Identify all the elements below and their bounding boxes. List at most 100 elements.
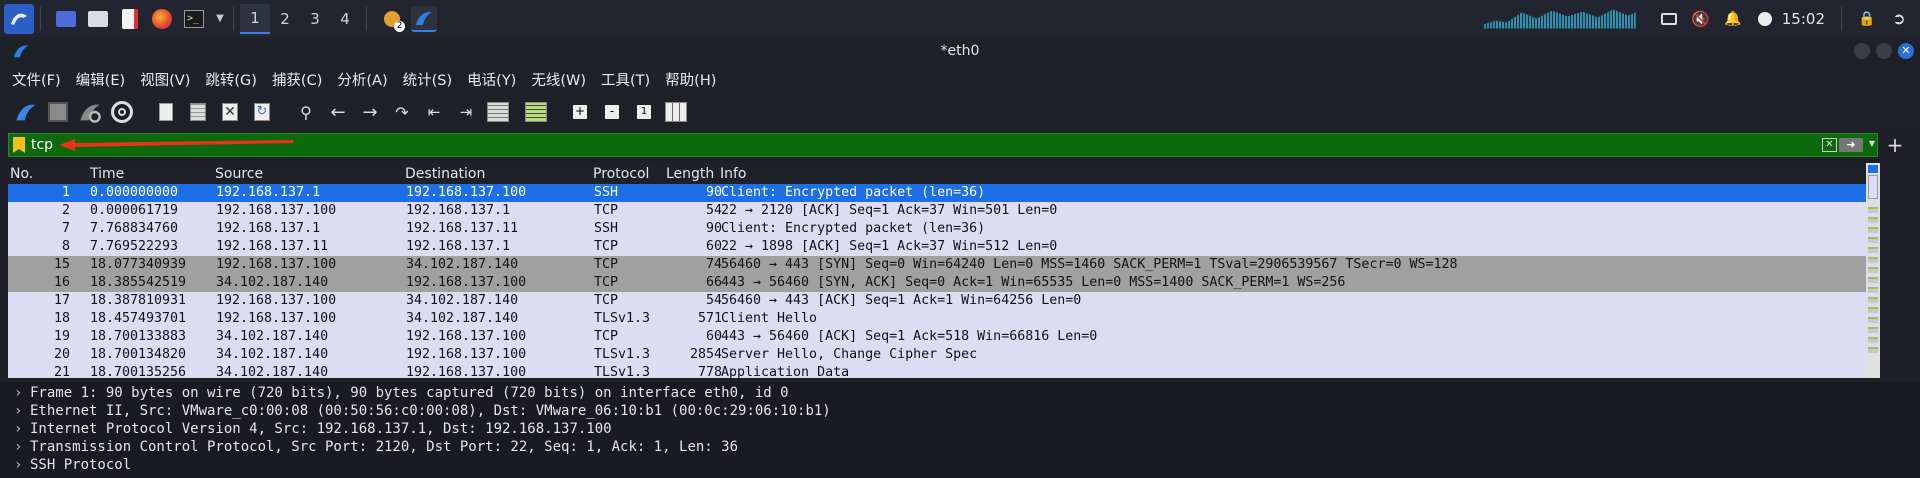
col-source[interactable]: Source: [215, 166, 263, 182]
clear-filter-icon[interactable]: ✕: [1822, 138, 1837, 152]
menu-file[interactable]: 文件(F): [12, 69, 61, 90]
menu-capture[interactable]: 捕获(C): [272, 69, 322, 90]
cell-no: 1: [61, 185, 70, 200]
table-row[interactable]: 8 7.769522293 192.168.137.11 192.168.137.1 T…: [8, 238, 1872, 256]
table-row[interactable]: 18 18.457493701 192.168.137.100 34.102.187.…: [8, 310, 1872, 328]
power-status-icon[interactable]: [1752, 6, 1778, 32]
menu-analyze[interactable]: 分析(A): [337, 69, 387, 90]
workspace-2[interactable]: 2: [270, 4, 300, 34]
detail-ethernet[interactable]: › Ethernet II, Src: VMware_c0:00:08 (00:5…: [0, 402, 1920, 420]
file-manager-icon[interactable]: [85, 6, 111, 32]
table-row[interactable]: 19 18.700133883 34.102.187.140 192.168.137.…: [8, 328, 1872, 346]
cell-time: 0.000000000: [90, 185, 179, 200]
expand-arrow-icon[interactable]: ›: [14, 456, 30, 474]
text-editor-icon[interactable]: [117, 6, 143, 32]
cell-src: 192.168.137.11: [216, 239, 329, 254]
table-row[interactable]: 15 18.077340939 192.168.137.100 34.102.187.…: [8, 256, 1872, 274]
apply-filter-icon[interactable]: ➜: [1839, 138, 1863, 152]
table-row[interactable]: 16 18.385542519 34.102.187.140 192.168.137.…: [8, 274, 1872, 292]
first-packet-icon[interactable]: ⇤: [420, 98, 448, 126]
tasks-icon[interactable]: 2: [379, 6, 405, 32]
menu-edit[interactable]: 编辑(E): [76, 69, 125, 90]
detail-ipv4[interactable]: › Internet Protocol Version 4, Src: 192.1…: [0, 420, 1920, 438]
auto-scroll-icon[interactable]: [484, 98, 512, 126]
maximize-button[interactable]: [1876, 43, 1892, 59]
cell-info: 22 → 1898 [ACK] Seq=1 Ack=37 Win=512 Len…: [721, 239, 1058, 254]
save-file-icon[interactable]: [184, 98, 212, 126]
close-file-icon[interactable]: ✕: [216, 98, 244, 126]
notification-bell-icon[interactable]: 🔔: [1720, 6, 1746, 32]
go-to-packet-icon[interactable]: ↷: [388, 98, 416, 126]
colorize-icon[interactable]: [522, 98, 550, 126]
expand-arrow-icon[interactable]: ›: [14, 420, 30, 438]
find-packet-icon[interactable]: ⚲: [292, 98, 320, 126]
menu-telephony[interactable]: 电话(Y): [467, 69, 516, 90]
chevron-down-icon[interactable]: ▼: [213, 6, 227, 32]
last-packet-icon[interactable]: ⇥: [452, 98, 480, 126]
table-row[interactable]: 21 18.700135256 34.102.187.140 192.168.137.…: [8, 364, 1872, 378]
packet-list[interactable]: No. Time Source Destination Protocol Len…: [8, 163, 1880, 378]
desktop-icon[interactable]: [53, 6, 79, 32]
workspace-4[interactable]: 4: [330, 4, 360, 34]
table-row[interactable]: 2 0.000061719 192.168.137.100 192.168.137.1…: [8, 202, 1872, 220]
restart-capture-icon[interactable]: [76, 98, 104, 126]
menu-wireless[interactable]: 无线(W): [531, 69, 586, 90]
capture-options-icon[interactable]: [108, 98, 136, 126]
zoom-out-icon[interactable]: -: [598, 98, 626, 126]
logout-icon[interactable]: ➲: [1886, 6, 1912, 32]
cell-time: 18.077340939: [90, 257, 187, 272]
normal-size-icon[interactable]: 1: [630, 98, 658, 126]
resize-columns-icon[interactable]: [662, 98, 690, 126]
packet-minimap[interactable]: [1866, 163, 1880, 378]
clock[interactable]: 15:02: [1782, 10, 1825, 28]
detail-frame[interactable]: › Frame 1: 90 bytes on wire (720 bits), 9…: [0, 384, 1920, 402]
bookmark-icon[interactable]: [13, 137, 25, 153]
cell-src: 192.168.137.1: [216, 221, 321, 236]
firefox-icon[interactable]: [149, 6, 175, 32]
display-icon[interactable]: [1656, 6, 1682, 32]
wireshark-task-icon[interactable]: [411, 5, 437, 32]
volume-muted-icon[interactable]: 🔇: [1688, 6, 1714, 32]
menu-view[interactable]: 视图(V): [140, 69, 190, 90]
go-forward-icon[interactable]: →: [356, 98, 384, 126]
minimize-button[interactable]: [1854, 43, 1870, 59]
detail-ssh[interactable]: › SSH Protocol: [0, 456, 1920, 474]
filter-dropdown-icon[interactable]: ▼: [1869, 139, 1875, 148]
menu-go[interactable]: 跳转(G): [205, 69, 257, 90]
detail-tcp[interactable]: › Transmission Control Protocol, Src Port…: [0, 438, 1920, 456]
wireshark-app-icon: [12, 42, 30, 64]
expand-arrow-icon[interactable]: ›: [14, 402, 30, 420]
terminal-icon[interactable]: >_: [181, 6, 207, 32]
table-row[interactable]: 20 18.700134820 34.102.187.140 192.168.137.…: [8, 346, 1872, 364]
zoom-in-icon[interactable]: +: [566, 98, 594, 126]
add-filter-button[interactable]: +: [1880, 133, 1910, 157]
col-protocol[interactable]: Protocol: [593, 166, 649, 182]
col-no[interactable]: No.: [10, 166, 33, 182]
go-back-icon[interactable]: ←: [324, 98, 352, 126]
start-capture-icon[interactable]: [12, 98, 40, 126]
menu-statistics[interactable]: 统计(S): [403, 69, 453, 90]
expand-arrow-icon[interactable]: ›: [14, 384, 30, 402]
workspace-3[interactable]: 3: [300, 4, 330, 34]
col-destination[interactable]: Destination: [405, 166, 485, 182]
workspace-1[interactable]: 1: [240, 3, 270, 34]
kali-menu-icon[interactable]: [4, 3, 34, 34]
open-file-icon[interactable]: [152, 98, 180, 126]
expand-arrow-icon[interactable]: ›: [14, 438, 30, 456]
table-row[interactable]: 7 7.768834760 192.168.137.1 192.168.137.11 S…: [8, 220, 1872, 238]
reload-file-icon[interactable]: ↻: [248, 98, 276, 126]
packet-details-pane[interactable]: › Frame 1: 90 bytes on wire (720 bits), 9…: [0, 382, 1920, 478]
cell-no: 17: [53, 293, 70, 308]
menu-help[interactable]: 帮助(H): [665, 69, 716, 90]
col-time[interactable]: Time: [90, 166, 124, 182]
close-button[interactable]: ✕: [1898, 43, 1914, 59]
cell-dst: 34.102.187.140: [406, 311, 519, 326]
taskbar: >_ ▼ 1 2 3 4 2 🔇 🔔 15:02 🔒 ➲: [0, 0, 1920, 37]
col-info[interactable]: Info: [720, 166, 747, 182]
stop-capture-icon[interactable]: [44, 98, 72, 126]
col-length[interactable]: Length: [666, 166, 714, 182]
lock-icon[interactable]: 🔒: [1854, 6, 1880, 32]
table-row[interactable]: 1 0.000000000 192.168.137.1 192.168.137.100…: [8, 184, 1872, 202]
menu-tools[interactable]: 工具(T): [601, 69, 650, 90]
table-row[interactable]: 17 18.387810931 192.168.137.100 34.102.187.…: [8, 292, 1872, 310]
